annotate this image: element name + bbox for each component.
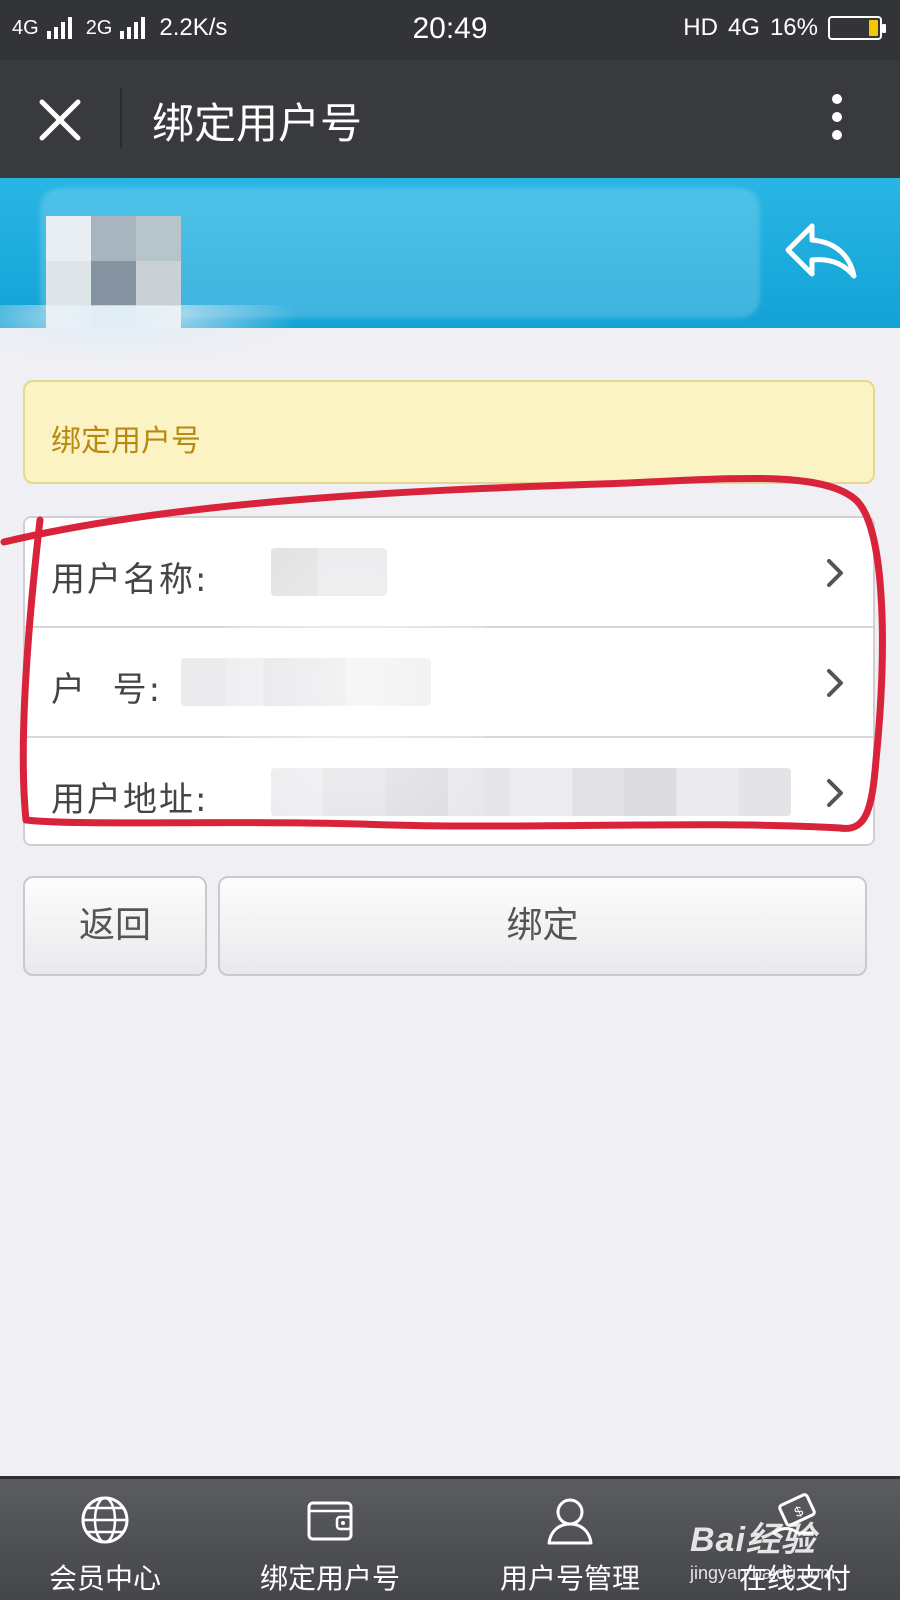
tab-label: 绑定用户号 <box>259 1562 400 1595</box>
avatar-fade <box>0 305 300 365</box>
tab-account-management[interactable]: 用户号管理 <box>480 1479 660 1600</box>
close-icon[interactable] <box>36 96 84 144</box>
battery-icon <box>828 16 886 40</box>
bind-button[interactable]: 绑定 <box>218 876 867 976</box>
page-title: 绑定用户号 <box>152 99 363 148</box>
tab-member-center[interactable]: 会员中心 <box>20 1479 190 1600</box>
tab-label: 会员中心 <box>48 1562 161 1595</box>
wallet-icon <box>303 1493 357 1547</box>
payment-icon: $ <box>768 1493 822 1547</box>
nav-divider <box>120 88 122 148</box>
form-label-account-number: 户 号: <box>51 670 163 710</box>
tab-label: 在线支付 <box>738 1562 851 1595</box>
chevron-right-icon <box>827 779 843 807</box>
chevron-right-icon <box>827 559 843 587</box>
privacy-blur <box>225 518 485 844</box>
form-label-user-address: 用户地址: <box>51 780 209 820</box>
tab-label: 用户号管理 <box>499 1562 640 1595</box>
user-icon <box>543 1493 597 1547</box>
globe-icon <box>78 1493 132 1547</box>
notice-text: 绑定用户号 <box>51 424 201 459</box>
svg-text:$: $ <box>792 1502 806 1520</box>
account-form: 用户名称: 户 号: 用户地址: <box>23 516 875 846</box>
more-vertical-icon[interactable] <box>830 94 844 144</box>
back-button[interactable]: 返回 <box>23 876 207 976</box>
reply-arrow-icon[interactable] <box>782 220 860 282</box>
system-status: HD 4G 16% <box>683 14 886 42</box>
hd-indicator: HD <box>683 14 718 41</box>
status-bar: 4G 2G 2.2K/s 20:49 HD 4G 16% <box>0 0 900 60</box>
tab-online-payment[interactable]: $ 在线支付 <box>710 1479 880 1600</box>
network-type-3: 4G <box>727 14 760 41</box>
form-label-user-name: 用户名称: <box>51 560 209 600</box>
bottom-tab-bar: 会员中心 绑定用户号 用户号管理 $ 在线支付 <box>0 1476 900 1600</box>
battery-percent: 16% <box>769 14 818 41</box>
nav-bar: 绑定用户号 <box>0 60 900 178</box>
tab-bind-account[interactable]: 绑定用户号 <box>240 1479 420 1600</box>
notice-panel: 绑定用户号 <box>23 380 875 484</box>
chevron-right-icon <box>827 669 843 697</box>
